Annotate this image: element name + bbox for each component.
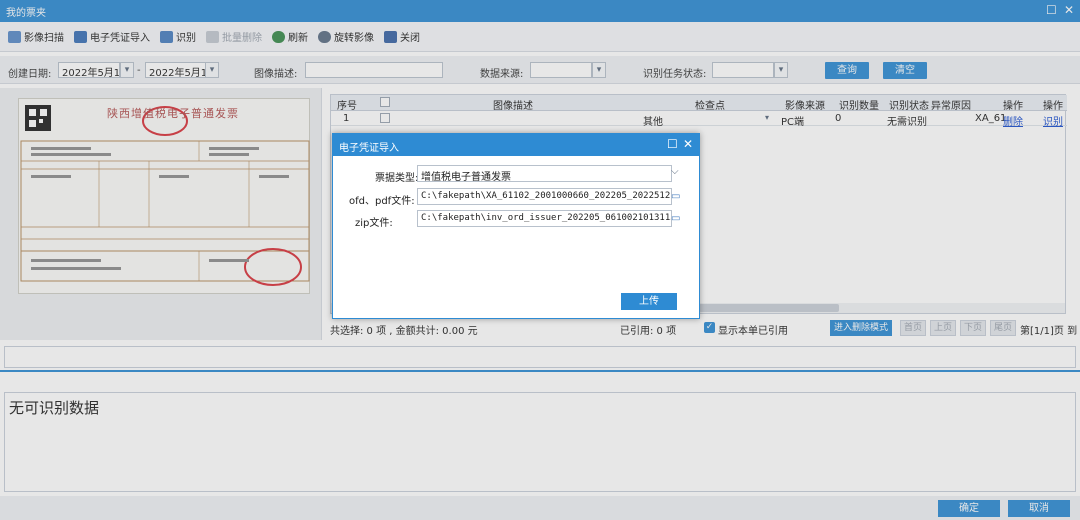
ofd-pdf-file-input[interactable]: C:\fakepath\XA_61102_2001000660_202205_2… bbox=[417, 188, 672, 205]
folder-icon[interactable]: ▭ bbox=[671, 213, 680, 224]
square-icon[interactable]: ☐ bbox=[667, 137, 678, 151]
chevron-down-icon[interactable]: ⌵ bbox=[671, 166, 679, 177]
folder-icon[interactable]: ▭ bbox=[671, 191, 680, 202]
ofd-pdf-label: ofd、pdf文件: bbox=[349, 196, 415, 207]
e-voucher-import-dialog: 电子凭证导入 ☐ ✕ 票据类型: 增值税电子普通发票 ⌵ ofd、pdf文件: … bbox=[332, 133, 700, 319]
zip-file-input[interactable]: C:\fakepath\inv_ord_issuer_202205_061002… bbox=[417, 210, 672, 227]
dialog-title: 电子凭证导入 bbox=[339, 143, 399, 154]
upload-button[interactable]: 上传 bbox=[621, 293, 677, 310]
invoice-type-select[interactable]: 增值税电子普通发票 bbox=[417, 165, 672, 182]
type-label: 票据类型: bbox=[375, 173, 419, 184]
dialog-title-bar: 电子凭证导入 ☐ ✕ bbox=[333, 134, 699, 156]
close-icon[interactable]: ✕ bbox=[683, 137, 693, 151]
zip-label: zip文件: bbox=[355, 218, 393, 229]
